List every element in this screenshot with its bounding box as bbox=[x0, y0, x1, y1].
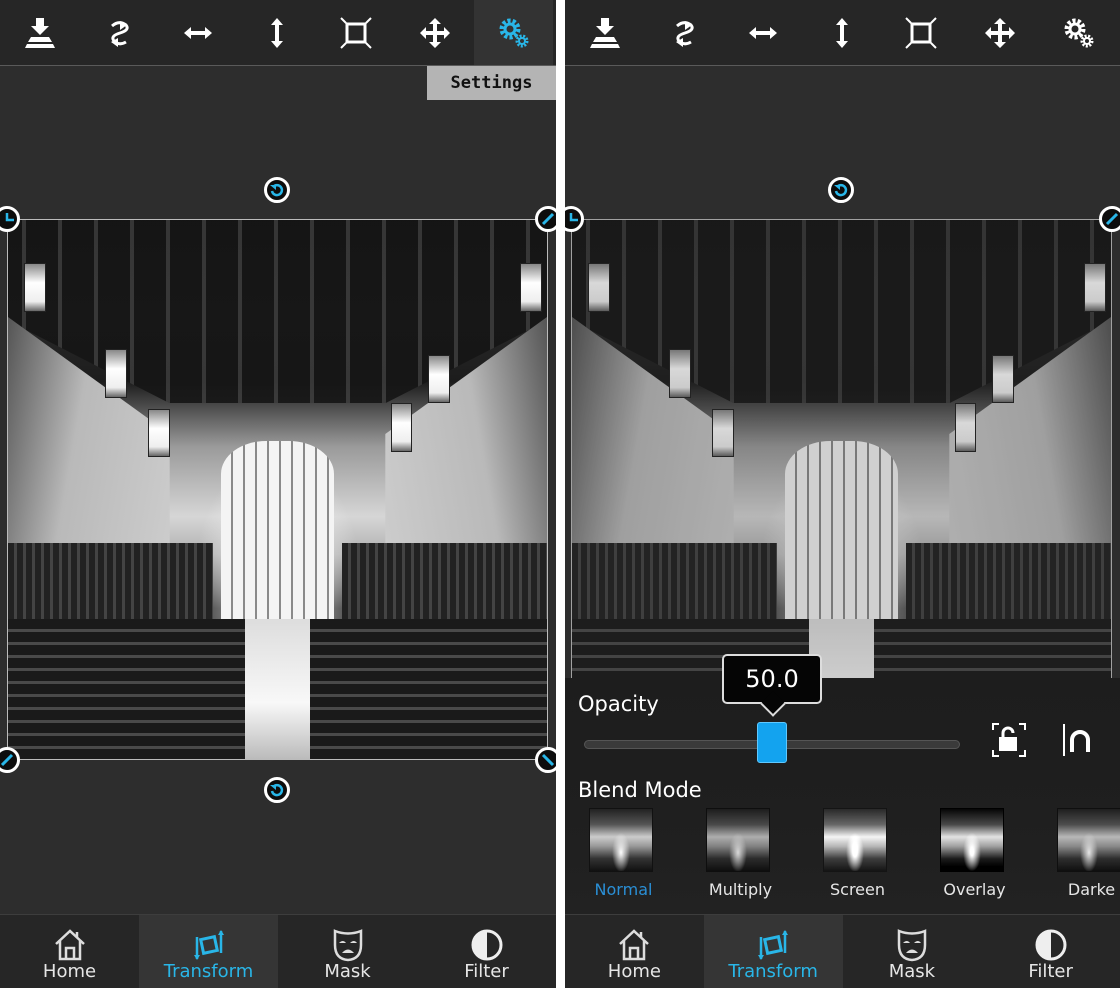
filter-icon bbox=[471, 929, 502, 961]
nav-filter[interactable]: Filter bbox=[981, 915, 1120, 988]
flip-horizontal-button[interactable] bbox=[723, 0, 802, 65]
rotate-button[interactable] bbox=[644, 0, 723, 65]
blend-thumbnail bbox=[939, 808, 1004, 872]
corner-handle-top-right[interactable] bbox=[1099, 206, 1120, 232]
home-icon bbox=[54, 929, 85, 961]
nav-transform[interactable]: Transform bbox=[703, 915, 843, 988]
clip-button[interactable] bbox=[1060, 722, 1096, 758]
nav-transform[interactable]: Transform bbox=[139, 915, 278, 988]
rotate-handle-top[interactable] bbox=[264, 177, 290, 203]
transform-icon bbox=[758, 930, 789, 960]
settings-button[interactable] bbox=[474, 0, 553, 65]
blend-mode-darken[interactable]: Darke bbox=[1033, 808, 1120, 899]
corner-handle-bottom-right[interactable] bbox=[535, 747, 556, 773]
blend-thumbnail bbox=[1056, 808, 1120, 872]
resize-diagonal-icon bbox=[541, 212, 555, 226]
mask-icon bbox=[333, 929, 362, 962]
blend-mode-list: Normal Multiply Screen Overlay Darke bbox=[565, 808, 1120, 899]
top-toolbar bbox=[565, 0, 1120, 66]
corner-icon bbox=[569, 213, 578, 222]
merge-down-icon bbox=[589, 17, 620, 48]
rotate-icon bbox=[270, 783, 284, 797]
slider-thumb[interactable] bbox=[757, 722, 787, 763]
nav-filter[interactable]: Filter bbox=[417, 915, 556, 988]
gears-icon bbox=[499, 18, 528, 47]
editor-panel-left: Settings Home Transform Mask Filter bbox=[0, 0, 556, 988]
bottom-nav: Home Transform Mask Filter bbox=[565, 914, 1120, 988]
blend-mode-multiply[interactable]: Multiply bbox=[682, 808, 799, 899]
nav-mask[interactable]: Mask bbox=[278, 915, 417, 988]
merge-down-icon bbox=[24, 17, 55, 48]
move-arrows-icon bbox=[984, 17, 1015, 48]
top-toolbar bbox=[0, 0, 556, 66]
rotate-handle-bottom[interactable] bbox=[264, 777, 290, 803]
opacity-value-bubble: 50.0 bbox=[722, 654, 822, 704]
nav-home[interactable]: Home bbox=[565, 915, 704, 988]
resize-diagonal-icon bbox=[541, 753, 555, 767]
vertical-arrow-icon bbox=[835, 17, 848, 48]
fit-frame-icon bbox=[904, 16, 937, 49]
merge-down-button[interactable] bbox=[0, 0, 79, 65]
home-icon bbox=[619, 929, 650, 961]
resize-diagonal-icon bbox=[1105, 212, 1119, 226]
blend-thumbnail bbox=[588, 808, 653, 872]
layer-properties-panel: Opacity 50.0 Blend Mode Normal Multiply … bbox=[565, 654, 1120, 914]
flip-vertical-button[interactable] bbox=[802, 0, 881, 65]
blend-mode-normal[interactable]: Normal bbox=[565, 808, 682, 899]
unlock-icon bbox=[992, 723, 1026, 757]
flip-horizontal-button[interactable] bbox=[158, 0, 237, 65]
lock-button[interactable] bbox=[991, 722, 1027, 758]
rotate-handle-top[interactable] bbox=[828, 177, 854, 203]
resize-diagonal-icon bbox=[0, 753, 14, 767]
rotate-button[interactable] bbox=[79, 0, 158, 65]
corner-handle-bottom-left[interactable] bbox=[0, 747, 20, 773]
clipping-mask-icon bbox=[1063, 724, 1090, 756]
blend-mode-screen[interactable]: Screen bbox=[799, 808, 916, 899]
settings-tooltip: Settings bbox=[427, 66, 556, 100]
blend-thumbnail bbox=[705, 808, 770, 872]
nav-home[interactable]: Home bbox=[0, 915, 139, 988]
rotate-icon bbox=[270, 183, 284, 197]
move-button[interactable] bbox=[395, 0, 474, 65]
bottom-nav: Home Transform Mask Filter bbox=[0, 914, 556, 988]
corner-handle-top-right[interactable] bbox=[535, 206, 556, 232]
move-button[interactable] bbox=[960, 0, 1039, 65]
transform-icon bbox=[193, 930, 224, 960]
horizontal-arrow-icon bbox=[183, 26, 212, 39]
rotate-arrows-icon bbox=[675, 20, 694, 47]
rotate-arrows-icon bbox=[110, 20, 129, 47]
settings-button[interactable] bbox=[1039, 0, 1118, 65]
vertical-arrow-icon bbox=[270, 17, 283, 48]
layer-image[interactable] bbox=[7, 219, 548, 760]
fit-frame-icon bbox=[339, 16, 372, 49]
merge-down-button[interactable] bbox=[565, 0, 644, 65]
fit-frame-button[interactable] bbox=[316, 0, 395, 65]
blend-mode-label: Blend Mode bbox=[578, 778, 702, 802]
gears-icon bbox=[1064, 18, 1093, 47]
move-arrows-icon bbox=[419, 17, 450, 48]
opacity-slider[interactable]: 50.0 bbox=[565, 654, 975, 778]
filter-icon bbox=[1035, 929, 1067, 961]
horizontal-arrow-icon bbox=[748, 26, 777, 39]
flip-vertical-button[interactable] bbox=[237, 0, 316, 65]
rotate-icon bbox=[834, 183, 848, 197]
corner-icon bbox=[5, 213, 14, 222]
mask-icon bbox=[897, 929, 927, 962]
nav-mask[interactable]: Mask bbox=[843, 915, 982, 988]
editor-panel-right: Opacity 50.0 Blend Mode Normal Multiply … bbox=[565, 0, 1120, 988]
blend-mode-overlay[interactable]: Overlay bbox=[916, 808, 1033, 899]
blend-thumbnail bbox=[822, 808, 887, 872]
fit-frame-button[interactable] bbox=[881, 0, 960, 65]
